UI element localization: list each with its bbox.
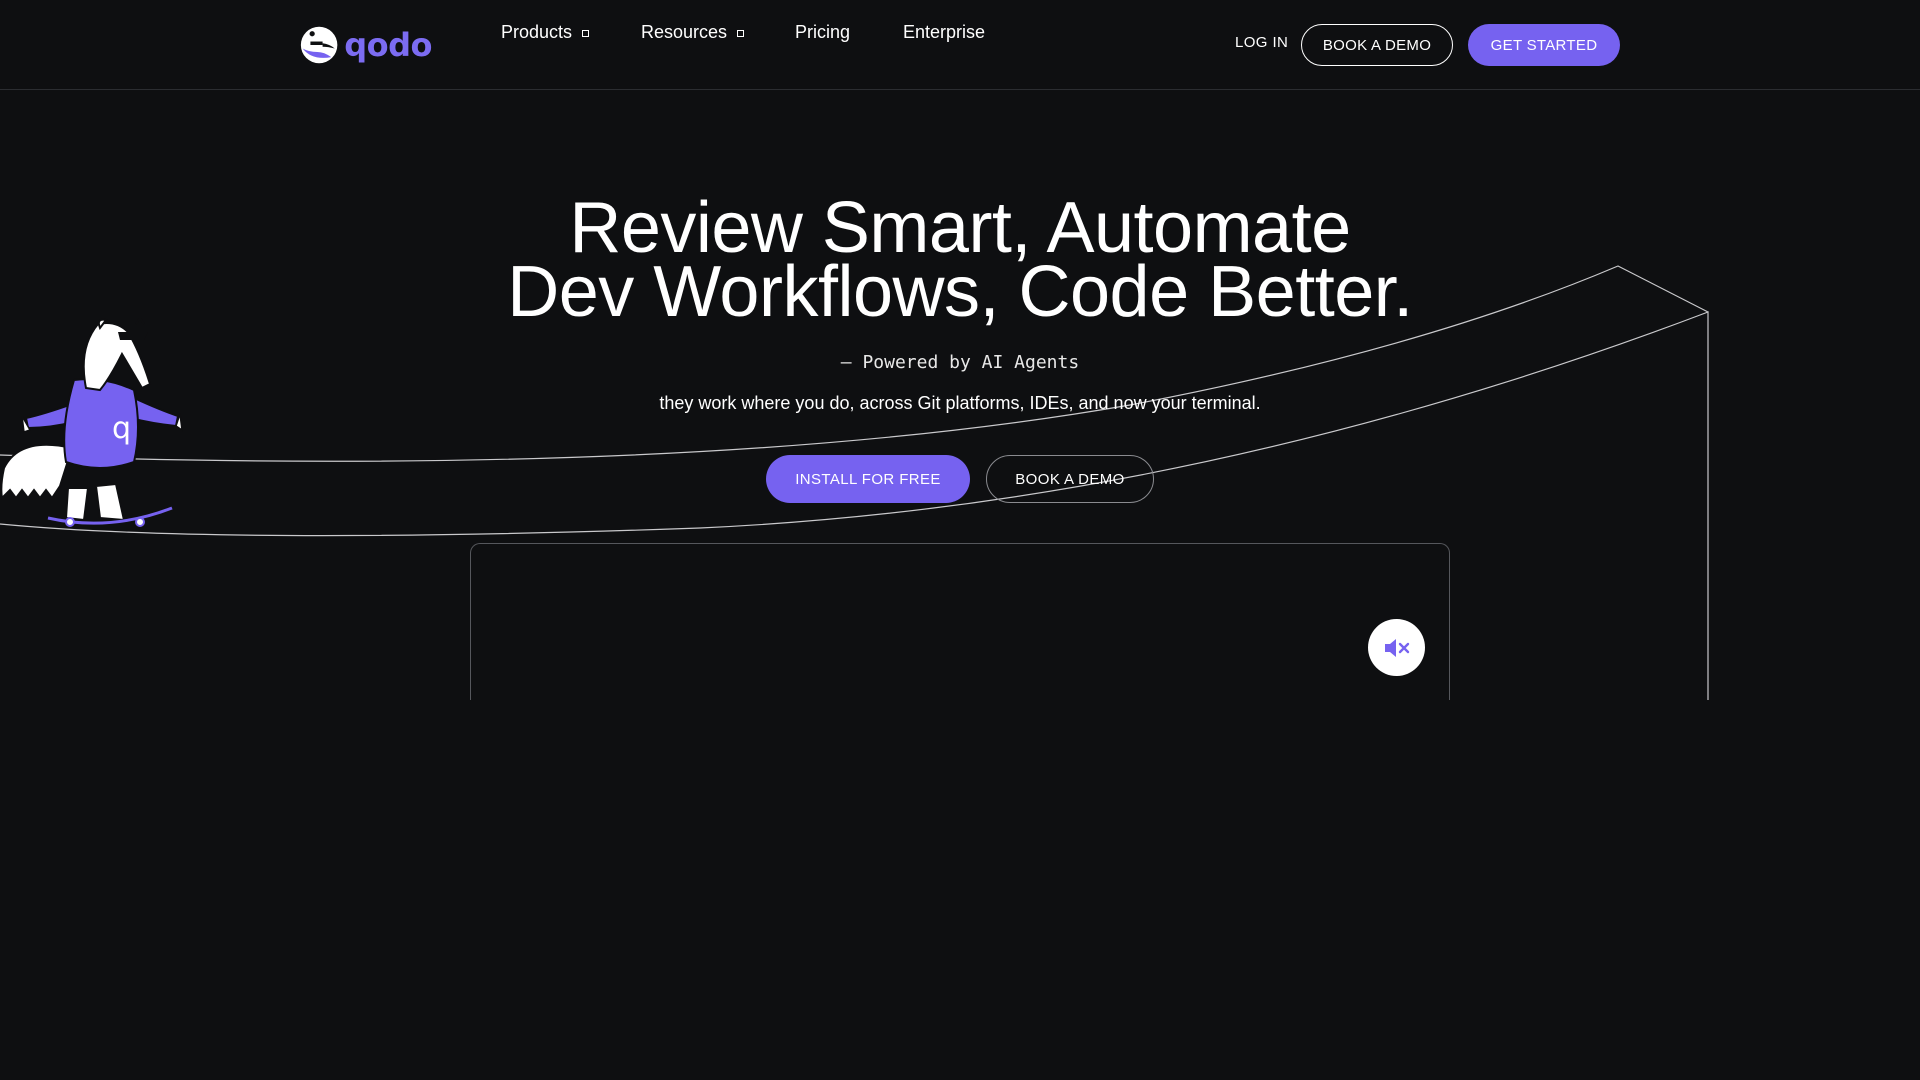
install-for-free-button[interactable]: INSTALL FOR FREE xyxy=(766,455,970,503)
book-demo-button[interactable]: BOOK A DEMO xyxy=(1301,24,1453,66)
hero-book-demo-button[interactable]: BOOK A DEMO xyxy=(986,455,1154,503)
video-player[interactable] xyxy=(470,543,1450,700)
dropdown-icon xyxy=(737,30,745,37)
logo-wordmark: qodo xyxy=(344,26,432,64)
site-header: qodo Products Resources Pricing Enterpri… xyxy=(0,0,1920,90)
nav-enterprise-label: Enterprise xyxy=(903,21,986,42)
nav-products-label: Products xyxy=(501,21,573,42)
login-link[interactable]: LOG IN xyxy=(1235,34,1288,51)
speaker-muted-icon xyxy=(1384,638,1409,657)
nav-products[interactable]: Products xyxy=(501,19,590,45)
nav-pricing-label: Pricing xyxy=(795,21,851,42)
get-started-button[interactable]: GET STARTED xyxy=(1468,24,1620,66)
anteater-logo-icon xyxy=(300,26,338,64)
skateboarding-anteater-mascot: q xyxy=(0,318,183,527)
hero-title: Review Smart, Automate Dev Workflows, Co… xyxy=(0,188,1920,332)
qodo-logo[interactable]: qodo xyxy=(300,22,432,68)
nav-enterprise[interactable]: Enterprise xyxy=(903,19,985,45)
hero-title-line1: Review Smart, Automate xyxy=(569,188,1351,268)
hero-subtitle: they work where you do, across Git platf… xyxy=(659,393,1261,413)
dropdown-icon xyxy=(582,30,590,37)
nav-pricing[interactable]: Pricing xyxy=(795,19,850,45)
hero-title-line2: Dev Workflows, Code Better. xyxy=(507,252,1413,332)
powered-by-tagline: – Powered by AI Agents xyxy=(840,352,1080,373)
decorative-curve-lines xyxy=(0,265,1709,700)
mute-toggle-button[interactable] xyxy=(1368,619,1425,676)
nav-resources[interactable]: Resources xyxy=(641,19,745,45)
nav-resources-label: Resources xyxy=(641,21,728,42)
svg-text:q: q xyxy=(112,411,131,446)
